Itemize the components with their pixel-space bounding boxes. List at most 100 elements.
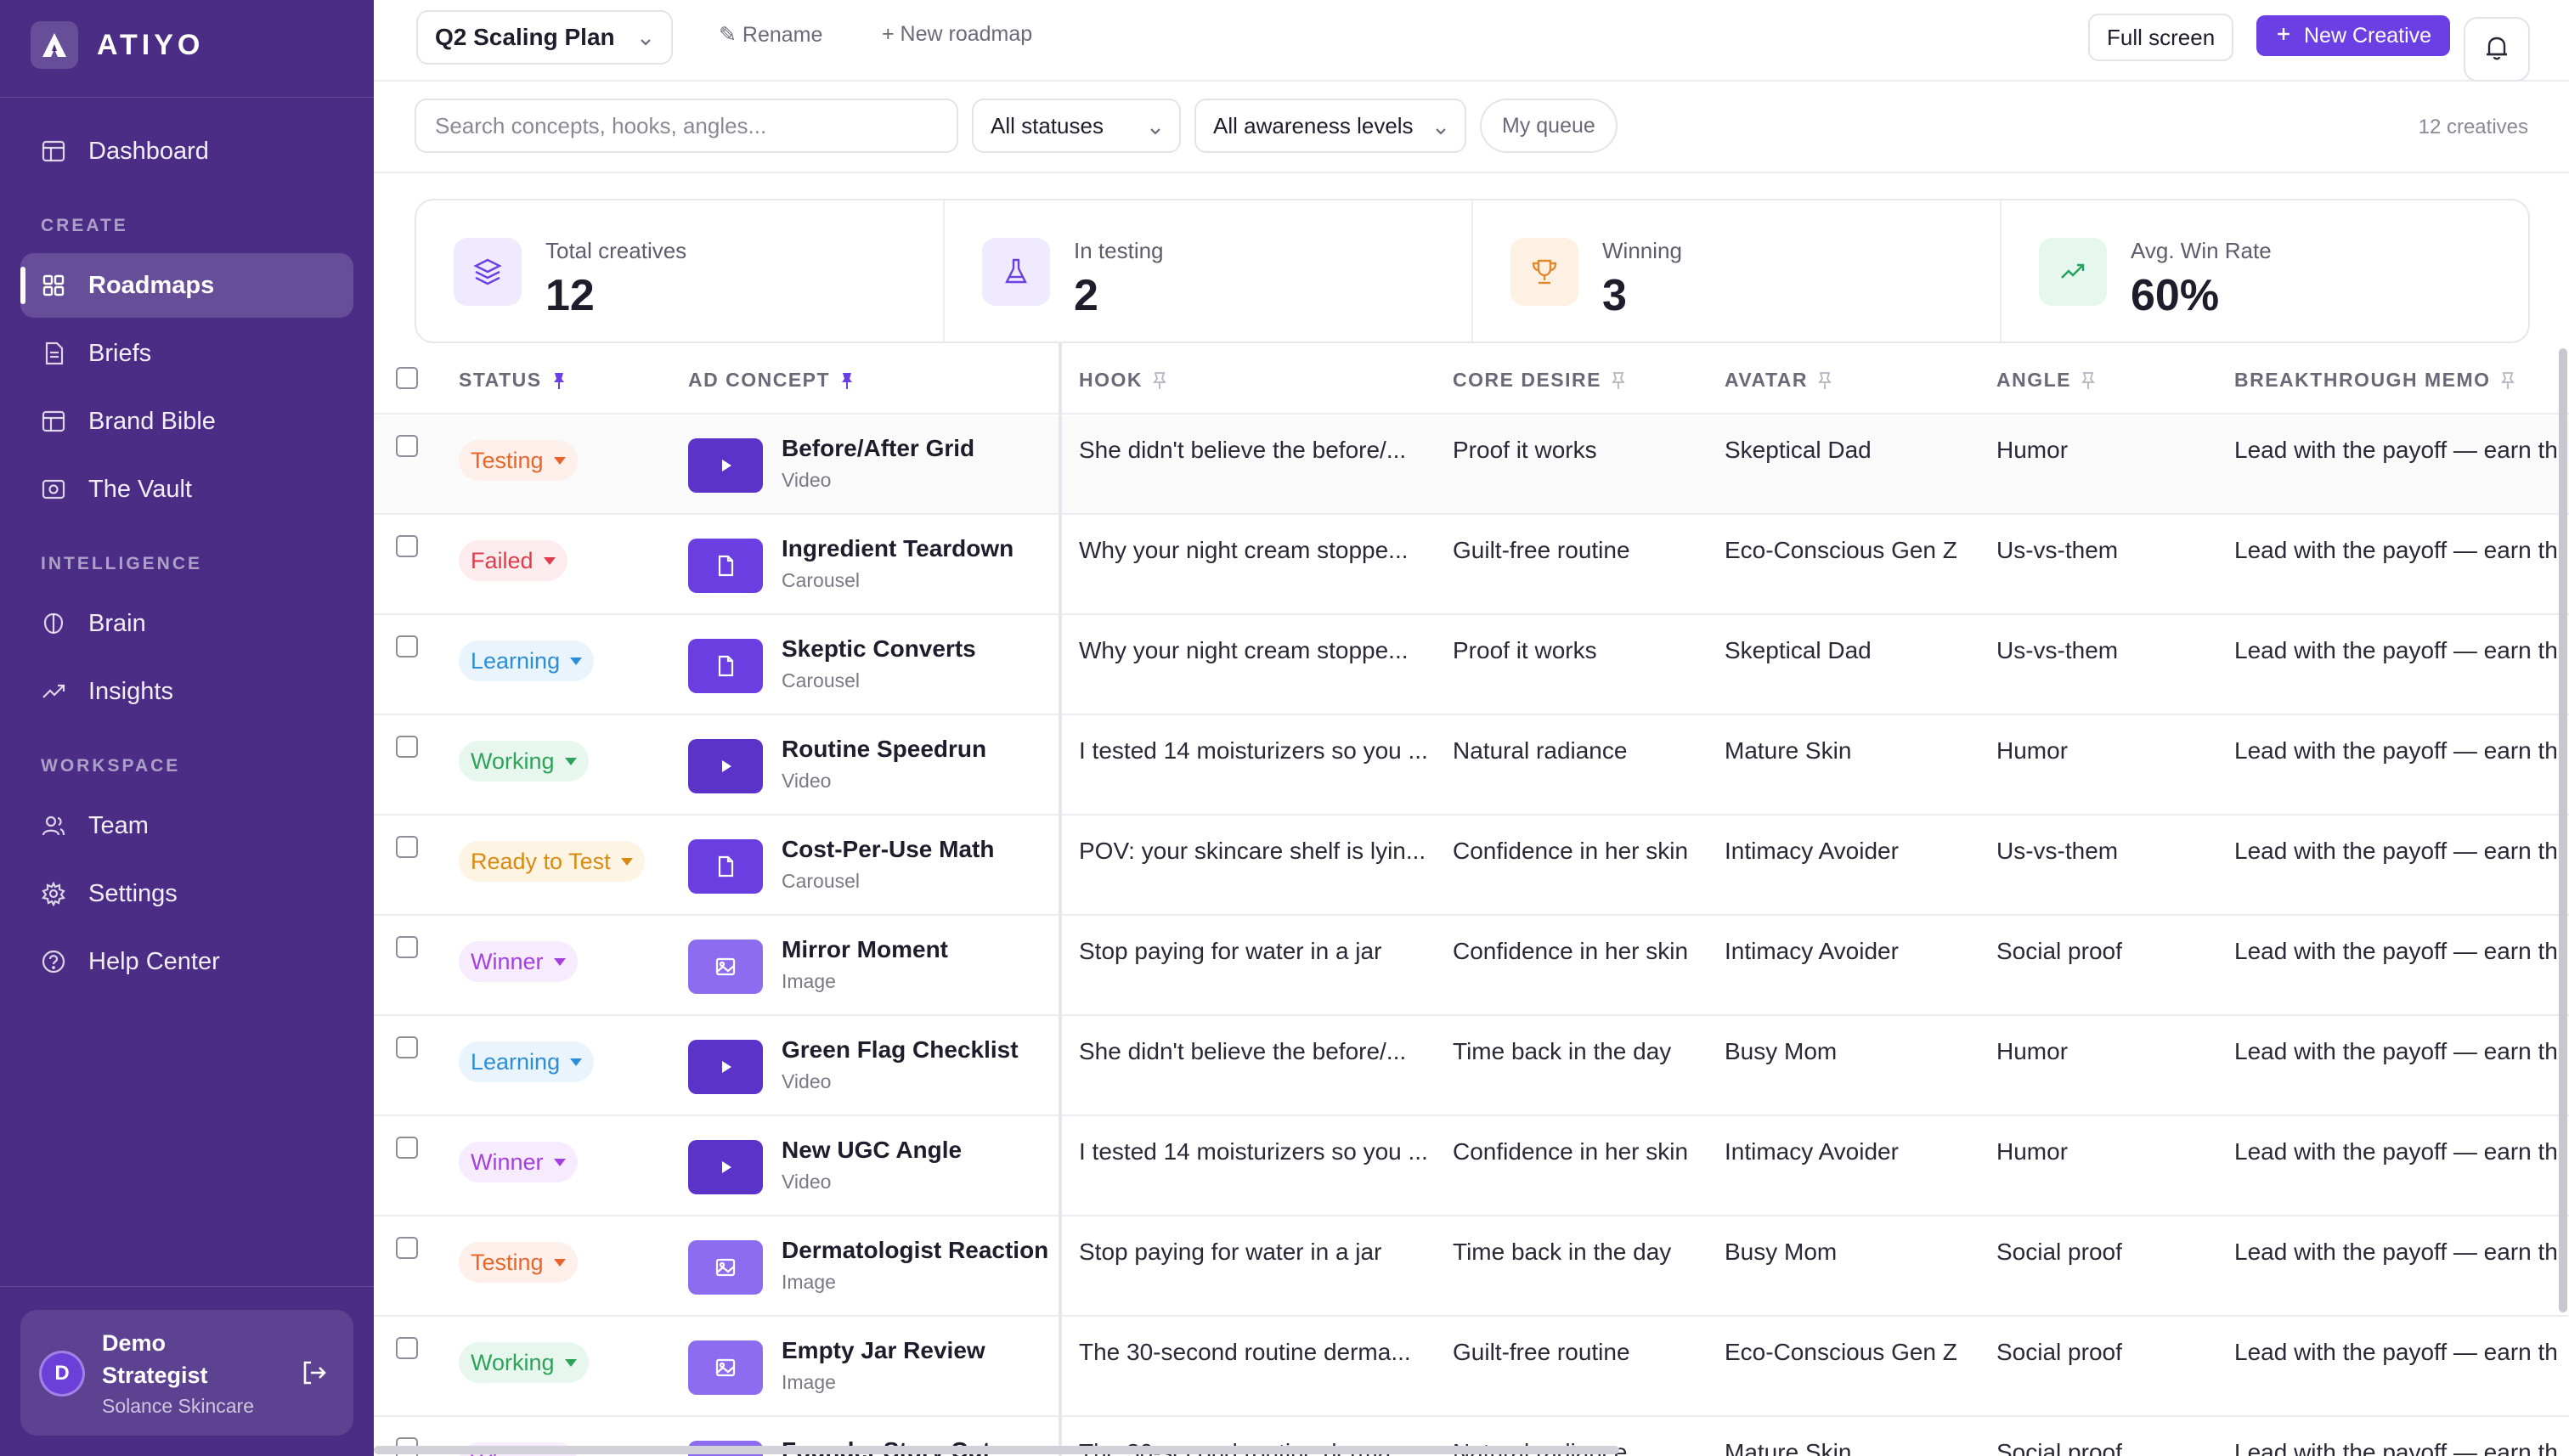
pin-icon[interactable] — [1612, 371, 1625, 390]
avatar-cell[interactable]: Skeptical Dad — [1725, 637, 1979, 664]
image-icon[interactable] — [688, 1340, 763, 1395]
angle-cell[interactable]: Humor — [1996, 1038, 2217, 1065]
play-icon[interactable] — [688, 739, 763, 793]
document-icon[interactable] — [688, 639, 763, 693]
row-checkbox[interactable] — [396, 1237, 418, 1259]
search-input[interactable]: Search concepts, hooks, angles... — [415, 99, 958, 153]
table-row[interactable]: Learning Skeptic Converts Carousel Why your… — [374, 617, 2569, 715]
core-desire-cell[interactable]: Natural radiance — [1453, 737, 1708, 765]
concept-title[interactable]: Routine Speedrun — [782, 736, 986, 763]
sidebar-item-roadmaps[interactable]: Roadmaps — [20, 253, 353, 318]
column-header-avatar[interactable]: AVATAR — [1725, 369, 1832, 392]
memo-cell[interactable]: Lead with the payoff — earn th... — [2234, 1239, 2557, 1266]
row-checkbox[interactable] — [396, 736, 418, 758]
memo-cell[interactable]: Lead with the payoff — earn th... — [2234, 1439, 2557, 1456]
fullscreen-button[interactable]: Full screen — [2088, 14, 2234, 61]
row-checkbox[interactable] — [396, 435, 418, 457]
image-icon[interactable] — [688, 940, 763, 994]
status-badge[interactable]: Winner — [459, 1142, 578, 1182]
status-badge[interactable]: Testing — [459, 1242, 578, 1283]
column-header-breakthrough-memo[interactable]: BREAKTHROUGH MEMO — [2234, 369, 2515, 392]
angle-cell[interactable]: Social proof — [1996, 1339, 2217, 1366]
horizontal-scrollbar[interactable] — [374, 1446, 1619, 1454]
user-card[interactable]: D Demo Strategist Solance Skincare — [20, 1310, 353, 1436]
row-checkbox[interactable] — [396, 1337, 418, 1359]
pin-icon[interactable] — [1153, 371, 1166, 390]
hook-cell[interactable]: Stop paying for water in a jar — [1079, 938, 1427, 965]
table-row[interactable]: Learning Green Flag Checklist Video She did… — [374, 1018, 2569, 1116]
core-desire-cell[interactable]: Confidence in her skin — [1453, 938, 1708, 965]
row-checkbox[interactable] — [396, 836, 418, 858]
sidebar-item-settings[interactable]: Settings — [20, 861, 353, 926]
concept-title[interactable]: Mirror Moment — [782, 936, 948, 963]
column-header-angle[interactable]: ANGLE — [1996, 369, 2095, 392]
status-badge[interactable]: Learning — [459, 1041, 595, 1082]
concept-title[interactable]: Green Flag Checklist — [782, 1036, 1019, 1064]
hook-cell[interactable]: POV: your skincare shelf is lyin... — [1079, 838, 1427, 865]
avatar-cell[interactable]: Skeptical Dad — [1725, 437, 1979, 464]
column-header-status[interactable]: STATUS — [459, 369, 566, 392]
memo-cell[interactable]: Lead with the payoff — earn th... — [2234, 537, 2557, 564]
avatar-cell[interactable]: Busy Mom — [1725, 1239, 1979, 1266]
sidebar-item-team[interactable]: Team — [20, 793, 353, 858]
core-desire-cell[interactable]: Guilt-free routine — [1453, 1339, 1708, 1366]
table-row[interactable]: Working Routine Speedrun Video I tested 14 … — [374, 717, 2569, 815]
rename-link[interactable]: ✎ Rename — [719, 22, 822, 48]
concept-title[interactable]: Ingredient Teardown — [782, 535, 1013, 562]
pin-icon[interactable] — [840, 371, 854, 390]
hook-cell[interactable]: Why your night cream stoppe... — [1079, 637, 1427, 664]
avatar-cell[interactable]: Mature Skin — [1725, 1439, 1979, 1456]
play-icon[interactable] — [688, 438, 763, 493]
memo-cell[interactable]: Lead with the payoff — earn th... — [2234, 637, 2557, 664]
row-checkbox[interactable] — [396, 1036, 418, 1058]
avatar-cell[interactable]: Busy Mom — [1725, 1038, 1979, 1065]
pin-icon[interactable] — [552, 371, 566, 390]
sidebar-item-insights[interactable]: Insights — [20, 659, 353, 724]
memo-cell[interactable]: Lead with the payoff — earn th... — [2234, 1339, 2557, 1366]
document-icon[interactable] — [688, 539, 763, 593]
sidebar-item-brain[interactable]: Brain — [20, 591, 353, 656]
status-filter[interactable]: All statuses — [972, 99, 1181, 153]
logout-icon[interactable] — [297, 1356, 331, 1390]
hook-cell[interactable]: I tested 14 moisturizers so you ... — [1079, 737, 1427, 765]
document-icon[interactable] — [688, 839, 763, 894]
status-badge[interactable]: Ready to Test — [459, 841, 645, 882]
column-header-hook[interactable]: HOOK — [1079, 369, 1166, 392]
hook-cell[interactable]: I tested 14 moisturizers so you ... — [1079, 1138, 1427, 1165]
angle-cell[interactable]: Social proof — [1996, 1239, 2217, 1266]
angle-cell[interactable]: Social proof — [1996, 1439, 2217, 1456]
hook-cell[interactable]: The 30-second routine derma... — [1079, 1339, 1427, 1366]
column-header-ad-concept[interactable]: AD CONCEPT — [688, 369, 854, 392]
core-desire-cell[interactable]: Time back in the day — [1453, 1239, 1708, 1266]
memo-cell[interactable]: Lead with the payoff — earn th... — [2234, 737, 2557, 765]
concept-title[interactable]: Empty Jar Review — [782, 1337, 985, 1364]
pin-icon[interactable] — [2500, 371, 2515, 390]
hook-cell[interactable]: She didn't believe the before/... — [1079, 1038, 1427, 1065]
sidebar-item-dashboard[interactable]: Dashboard — [20, 119, 353, 183]
concept-title[interactable]: New UGC Angle — [782, 1137, 962, 1164]
avatar-cell[interactable]: Intimacy Avoider — [1725, 1138, 1979, 1165]
column-header-core-desire[interactable]: CORE DESIRE — [1453, 369, 1625, 392]
table-row[interactable]: Winner New UGC Angle Video I tested 14 mois… — [374, 1118, 2569, 1216]
avatar-cell[interactable]: Mature Skin — [1725, 737, 1979, 765]
pin-icon[interactable] — [1818, 371, 1832, 390]
sidebar-item-brand-bible[interactable]: Brand Bible — [20, 389, 353, 454]
angle-cell[interactable]: Humor — [1996, 437, 2217, 464]
memo-cell[interactable]: Lead with the payoff — earn th... — [2234, 838, 2557, 865]
sidebar-item-briefs[interactable]: Briefs — [20, 321, 353, 386]
memo-cell[interactable]: Lead with the payoff — earn th... — [2234, 437, 2557, 464]
status-badge[interactable]: Failed — [459, 540, 567, 581]
roadmap-select[interactable]: Q2 Scaling Plan — [416, 10, 673, 65]
table-row[interactable]: Testing Dermatologist Reaction Image Stop p… — [374, 1218, 2569, 1317]
angle-cell[interactable]: Social proof — [1996, 938, 2217, 965]
select-all-checkbox[interactable] — [396, 367, 418, 389]
core-desire-cell[interactable]: Confidence in her skin — [1453, 1138, 1708, 1165]
hook-cell[interactable]: She didn't believe the before/... — [1079, 437, 1427, 464]
row-checkbox[interactable] — [396, 535, 418, 557]
memo-cell[interactable]: Lead with the payoff — earn th... — [2234, 1138, 2557, 1165]
hook-cell[interactable]: Stop paying for water in a jar — [1079, 1239, 1427, 1266]
new-roadmap-link[interactable]: + New roadmap — [882, 22, 1032, 47]
core-desire-cell[interactable]: Time back in the day — [1453, 1038, 1708, 1065]
image-icon[interactable] — [688, 1240, 763, 1295]
table-row[interactable]: Testing Before/After Grid Video She didn't … — [374, 416, 2569, 515]
